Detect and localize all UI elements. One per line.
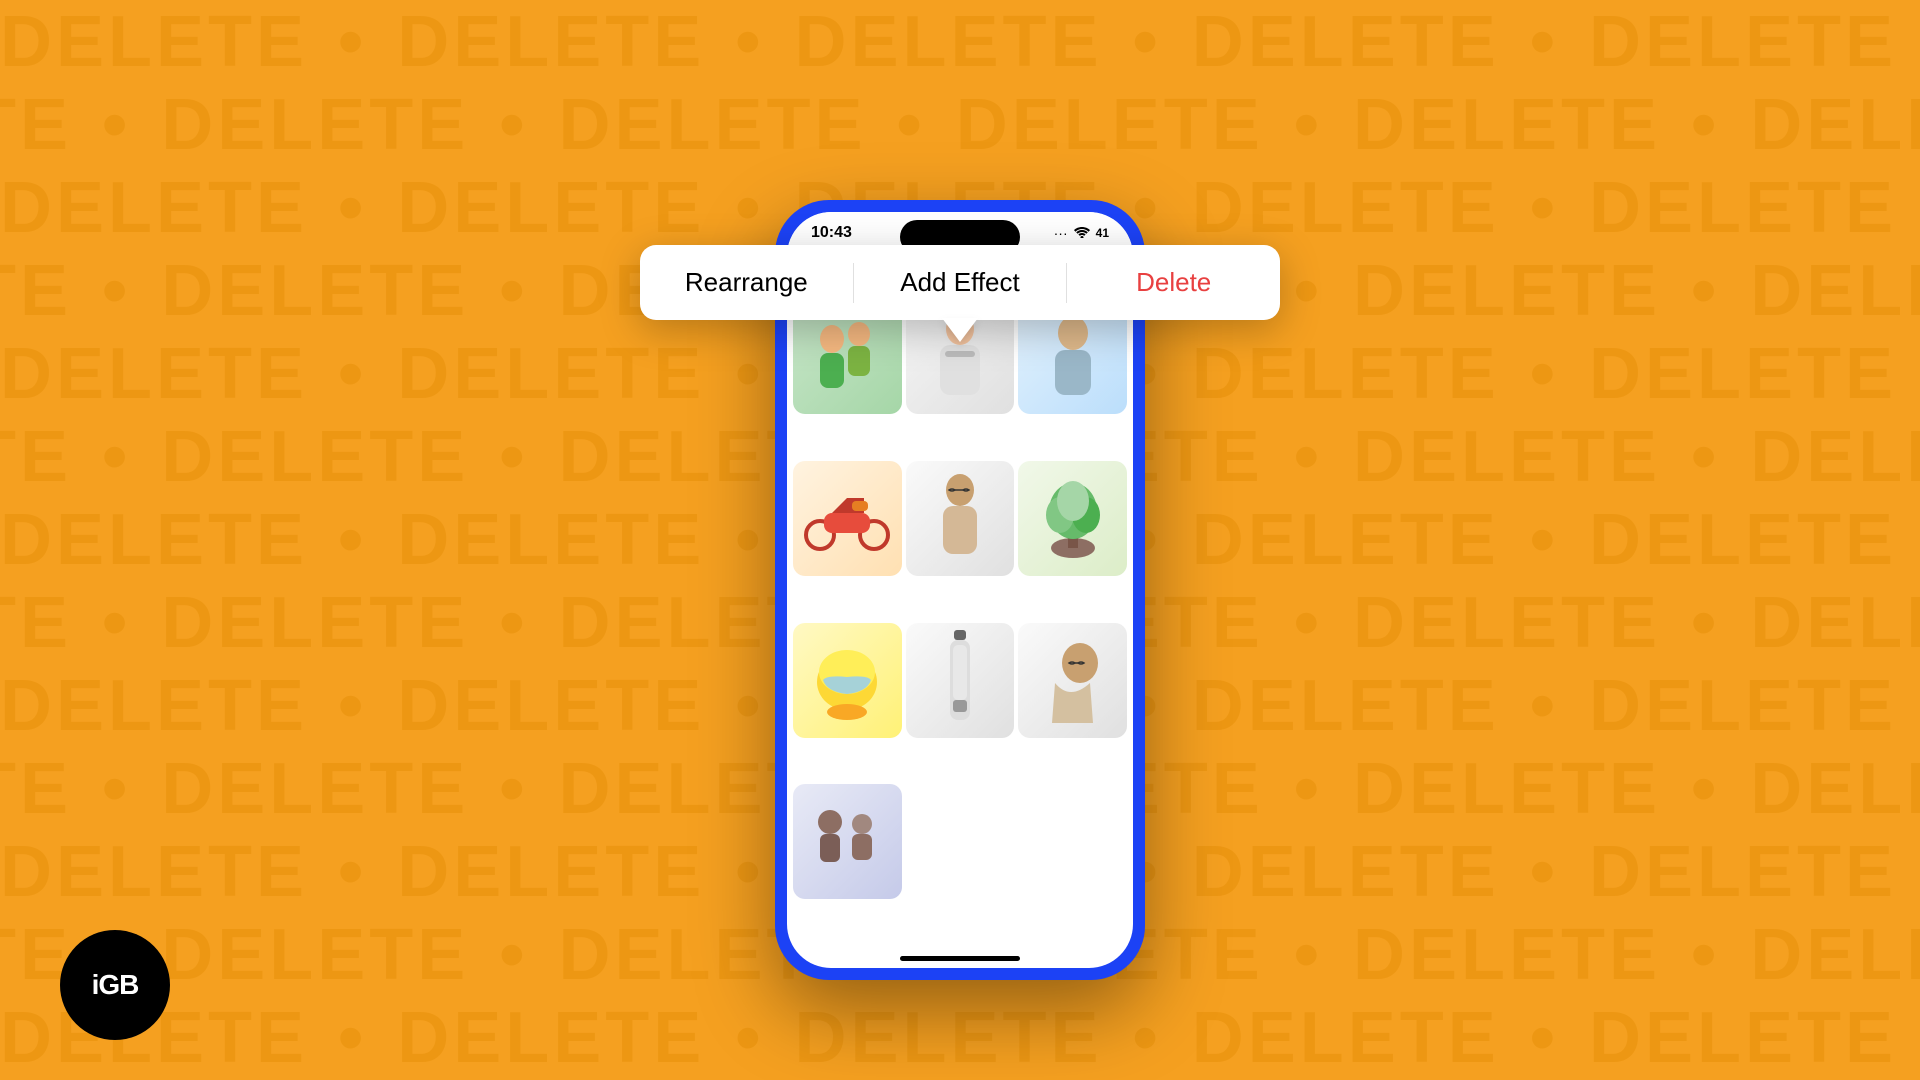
status-icons: ··· 41 <box>1054 225 1109 241</box>
status-bar: 10:43 ··· 41 <box>787 212 1133 248</box>
context-menu: Rearrange Add Effect Delete <box>640 245 1280 320</box>
ellipsis-icon: ··· <box>1054 225 1068 241</box>
sticker-person4[interactable] <box>906 461 1015 576</box>
wifi-icon <box>1074 225 1090 241</box>
sticker-moto[interactable] <box>793 461 902 576</box>
rearrange-button[interactable]: Rearrange <box>640 245 853 320</box>
sticker-plant[interactable] <box>1018 461 1127 576</box>
stickers-grid <box>787 293 1133 948</box>
sticker-empty-2 <box>1018 784 1127 899</box>
add-effect-button[interactable]: Add Effect <box>854 245 1067 320</box>
phone-wrapper: Rearrange Add Effect Delete 10:43 ··· <box>775 100 1145 980</box>
battery-icon: 41 <box>1096 226 1109 240</box>
igb-logo: iGB <box>60 930 170 1040</box>
sticker-person5[interactable] <box>1018 623 1127 738</box>
sticker-figures[interactable] <box>793 784 902 899</box>
status-time: 10:43 <box>811 224 852 242</box>
home-indicator <box>787 948 1133 968</box>
home-bar <box>900 956 1020 961</box>
sticker-empty-1 <box>906 784 1015 899</box>
sticker-helmet[interactable] <box>793 623 902 738</box>
delete-button[interactable]: Delete <box>1067 245 1280 320</box>
igb-logo-text: iGB <box>92 969 139 1001</box>
sticker-bottle[interactable] <box>906 623 1015 738</box>
